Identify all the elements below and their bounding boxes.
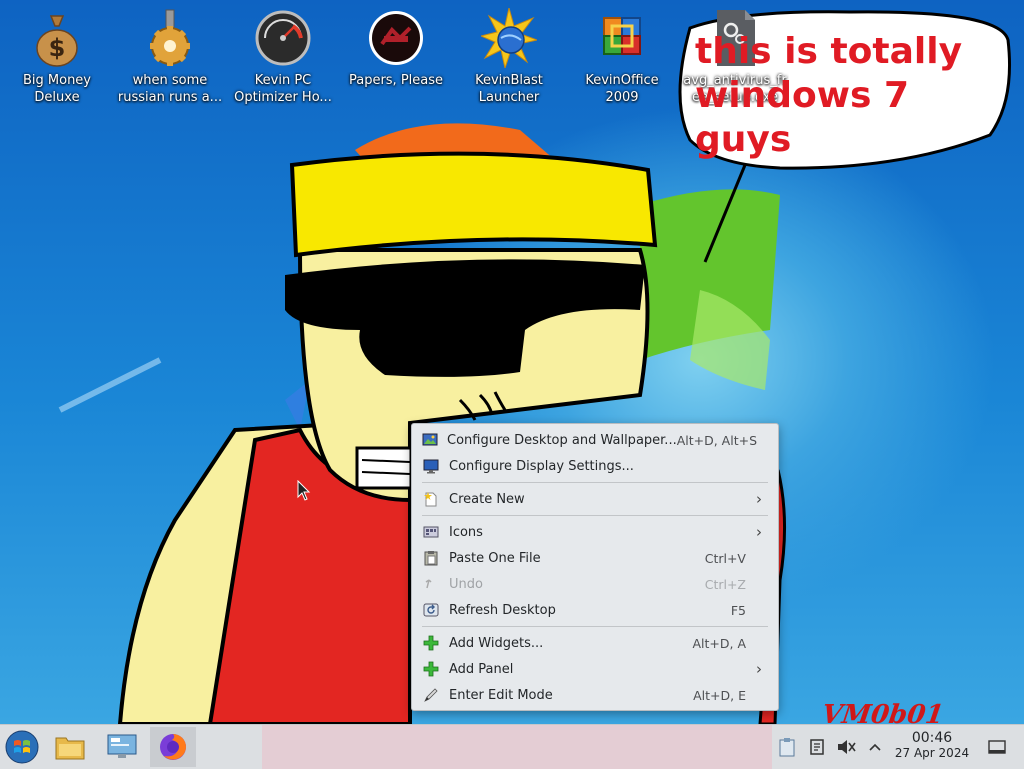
file-manager-button[interactable] [48, 727, 92, 767]
menu-item-configure-display[interactable]: Configure Display Settings... [416, 453, 774, 479]
show-desktop-button[interactable] [984, 727, 1010, 767]
desktop-icon-papers-please[interactable]: Papers, Please [342, 8, 450, 89]
desktop-icon-label: Papers, Please [348, 73, 444, 88]
menu-item-shortcut: Alt+D, E [693, 687, 746, 703]
menu-item-enter-edit-mode[interactable]: Enter Edit Mode Alt+D, E [416, 682, 774, 708]
plus-icon [422, 634, 440, 652]
menu-item-create-new[interactable]: Create New › [416, 486, 774, 512]
system-settings-button[interactable] [100, 727, 144, 767]
speech-line-1: this is totally [695, 31, 963, 72]
undo-icon [422, 575, 440, 593]
mouse-cursor-icon [297, 480, 311, 501]
menu-item-shortcut: Alt+D, Alt+S [676, 432, 758, 448]
clock-time: 00:46 [911, 730, 953, 746]
desktop-icon-label: when some russian runs a... [117, 73, 223, 105]
desktop-icon-kevinoffice-2009[interactable]: KevinOffice 2009 [568, 8, 676, 106]
gear-icon [150, 9, 190, 66]
clipboard-tray-button[interactable] [774, 727, 800, 767]
desktop-icon-label: Kevin PC Optimizer Ho... [234, 73, 332, 105]
menu-item-shortcut: Alt+D, A [692, 635, 746, 651]
desktop[interactable]: $ Big Money Deluxe when some russian run… [0, 0, 1024, 724]
menu-item-paste[interactable]: Paste One File Ctrl+V [416, 545, 774, 571]
burst-globe-icon [481, 8, 537, 68]
edit-icon [422, 686, 440, 704]
submenu-arrow-icon: › [756, 523, 762, 541]
gauge-icon [255, 10, 311, 66]
watermark: VM0b01 [819, 700, 946, 724]
desktop-icon-russian[interactable]: when some russian runs a... [116, 8, 224, 106]
desktop-icon-label: KevinOffice 2009 [585, 73, 659, 105]
desktop-icon-kevin-pc-optimizer[interactable]: Kevin PC Optimizer Ho... [229, 8, 337, 106]
menu-separator [422, 626, 768, 627]
menu-separator [422, 482, 768, 483]
submenu-arrow-icon: › [756, 660, 762, 678]
clipboard-icon [779, 738, 795, 757]
expand-tray-icon [869, 743, 881, 751]
desktop-icon-kevinblast-launcher[interactable]: KevinBlast Launcher [455, 8, 563, 106]
new-file-icon [422, 490, 440, 508]
file-manager-icon [55, 737, 85, 760]
desktop-icon-big-money-deluxe[interactable]: $ Big Money Deluxe [3, 8, 111, 106]
menu-item-label: Enter Edit Mode [449, 687, 553, 703]
menu-item-label: Refresh Desktop [449, 602, 556, 618]
taskbar [0, 724, 1024, 769]
task-manager-area[interactable] [262, 725, 772, 769]
start-button[interactable] [2, 727, 42, 767]
menu-separator [422, 515, 768, 516]
expand-tray-button[interactable] [864, 727, 886, 767]
submenu-arrow-icon: › [756, 490, 762, 508]
paste-icon [422, 549, 440, 567]
menu-item-shortcut: Ctrl+V [704, 550, 746, 566]
menu-item-icons[interactable]: Icons › [416, 519, 774, 545]
desktop-icon-label: KevinBlast Launcher [475, 73, 543, 105]
menu-item-label: Icons [449, 524, 483, 540]
show-desktop-icon [988, 740, 1006, 754]
desktop-icon-label: Big Money Deluxe [22, 73, 91, 105]
menu-item-label: Add Panel [449, 661, 514, 677]
speech-line-2: windows 7 guys [695, 75, 909, 160]
refresh-icon [422, 601, 440, 619]
desktop-context-menu: Configure Desktop and Wallpaper... Alt+D… [411, 423, 779, 711]
firefox-button[interactable] [150, 727, 196, 767]
notes-tray-button[interactable] [806, 727, 828, 767]
menu-item-shortcut: Ctrl+Z [704, 576, 746, 592]
icons-view-icon [422, 523, 440, 541]
plus-icon [422, 660, 440, 678]
svg-text:$: $ [49, 34, 66, 62]
office-icon [603, 17, 641, 55]
menu-item-add-panel[interactable]: Add Panel › [416, 656, 774, 682]
wallpaper-icon [422, 431, 438, 449]
menu-item-label: Create New [449, 491, 525, 507]
notes-icon [810, 739, 824, 755]
menu-item-label: Add Widgets... [449, 635, 544, 651]
start-orb-icon [5, 730, 39, 764]
menu-item-label: Configure Display Settings... [449, 458, 634, 474]
firefox-icon [160, 734, 186, 760]
digital-clock[interactable]: 00:46 27 Apr 2024 [888, 730, 976, 761]
seal-icon [369, 11, 423, 65]
menu-item-configure-desktop[interactable]: Configure Desktop and Wallpaper... Alt+D… [416, 427, 774, 453]
menu-item-shortcut: F5 [730, 602, 746, 618]
menu-item-label: Configure Desktop and Wallpaper... [447, 432, 677, 448]
volume-muted-icon [838, 740, 856, 754]
menu-item-label: Undo [449, 576, 483, 592]
volume-tray-button[interactable] [834, 727, 858, 767]
display-icon [422, 457, 440, 475]
menu-item-label: Paste One File [449, 550, 541, 566]
money-bag-icon: $ [36, 15, 78, 67]
clock-date: 27 Apr 2024 [894, 746, 970, 760]
menu-item-refresh-desktop[interactable]: Refresh Desktop F5 [416, 597, 774, 623]
system-settings-icon [107, 734, 137, 758]
speech-bubble-text: this is totally windows 7 guys [695, 30, 995, 162]
menu-item-add-widgets[interactable]: Add Widgets... Alt+D, A [416, 630, 774, 656]
menu-item-undo[interactable]: Undo Ctrl+Z [416, 571, 774, 597]
